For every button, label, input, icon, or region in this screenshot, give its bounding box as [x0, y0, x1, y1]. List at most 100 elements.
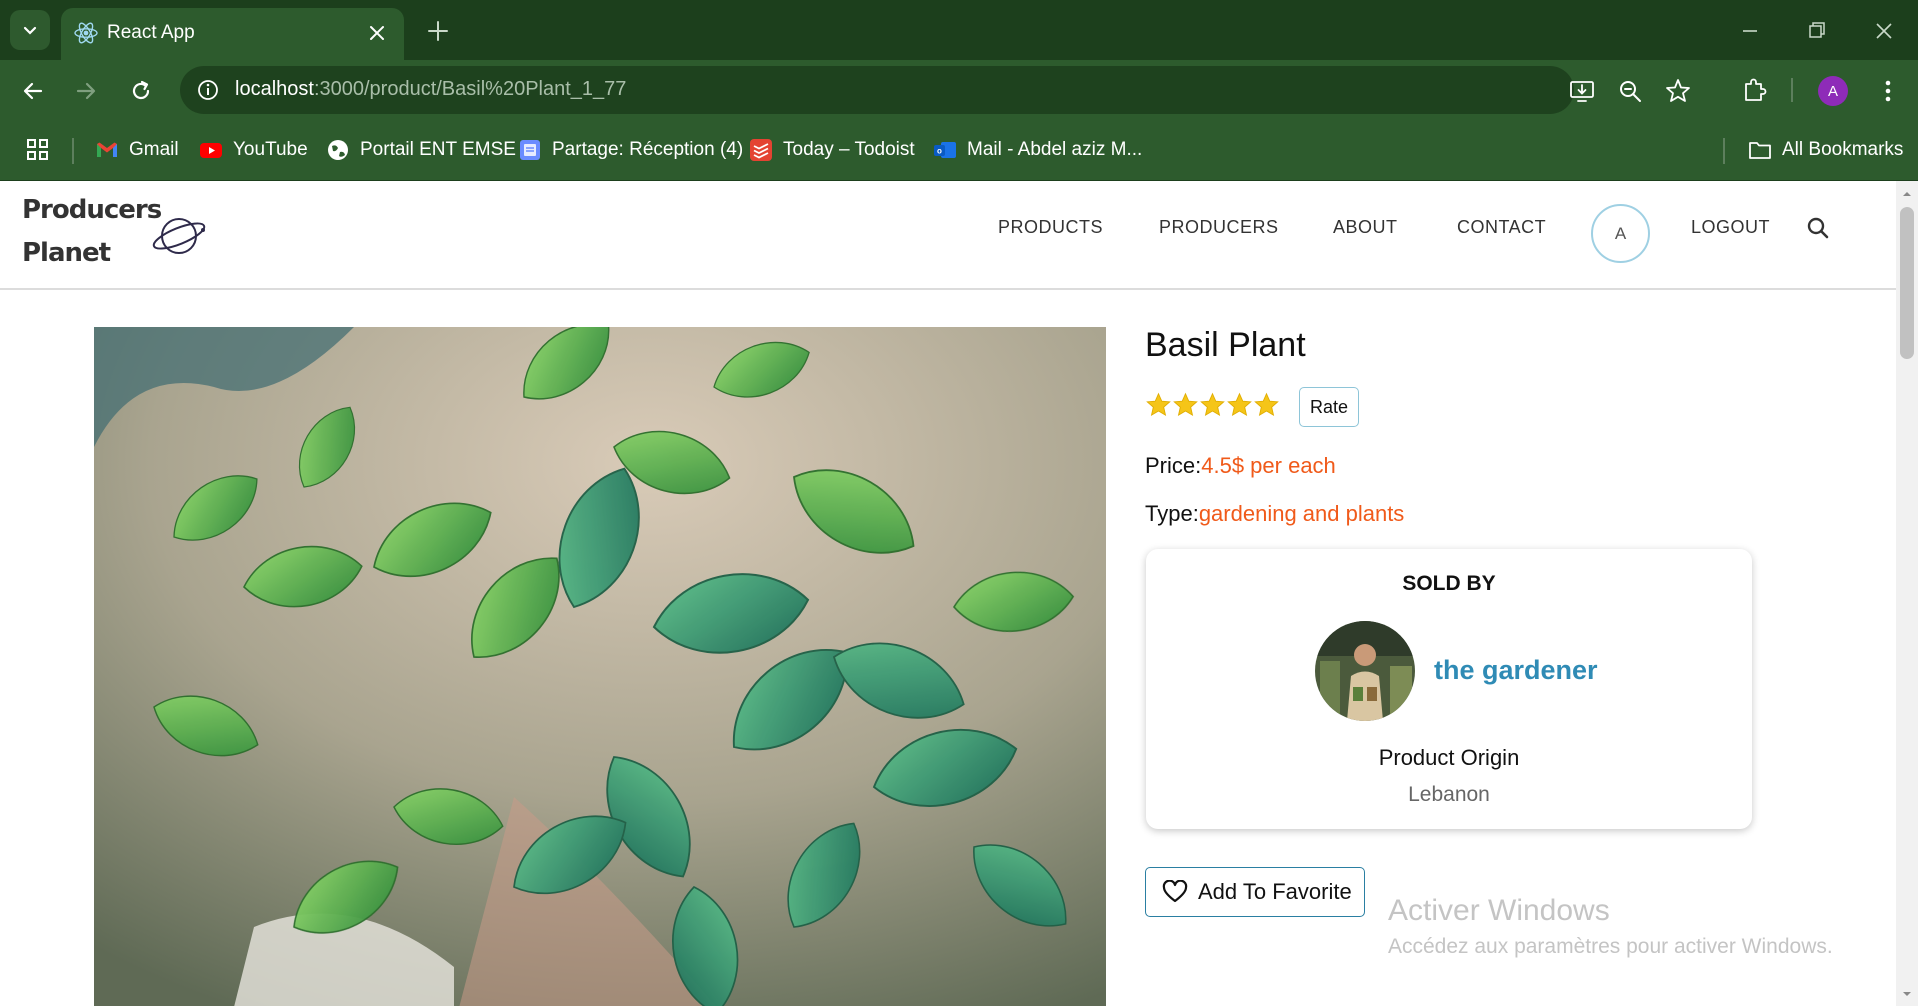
globe-icon [328, 140, 348, 160]
product-type: Type:gardening and plants [1145, 501, 1404, 527]
site-header: Producers Planet PRODUCTS PRODUCERS ABOU… [0, 181, 1896, 290]
heart-icon [1162, 880, 1188, 903]
type-label: Type: [1145, 501, 1199, 526]
nav-contact[interactable]: CONTACT [1457, 217, 1546, 238]
tab-strip: React App [0, 0, 1918, 60]
tab-search-button[interactable] [10, 10, 50, 50]
gmail-icon [97, 142, 117, 157]
close-tab-icon[interactable] [364, 20, 390, 46]
site-logo[interactable]: Producers Planet [22, 189, 162, 275]
sold-by-heading: SOLD BY [1402, 572, 1496, 595]
bookmark-youtube[interactable]: YouTube [199, 136, 308, 164]
browser-tab[interactable]: React App [61, 8, 404, 60]
more-menu-icon[interactable] [1876, 76, 1900, 106]
todoist-icon [750, 139, 772, 161]
all-bookmarks-button[interactable]: All Bookmarks [1748, 136, 1903, 164]
nav-producers[interactable]: PRODUCERS [1159, 217, 1279, 238]
bookmark-label: Mail - Abdel aziz M... [967, 139, 1143, 160]
chevron-down-icon [23, 26, 37, 35]
star-icon[interactable] [1145, 391, 1172, 419]
bookmark-star-icon[interactable] [1663, 76, 1693, 106]
rating-stars[interactable] [1145, 391, 1280, 421]
scroll-down-icon[interactable] [1902, 989, 1912, 999]
tab-title: React App [107, 22, 195, 43]
profile-avatar[interactable]: A [1818, 76, 1848, 106]
apps-grid-icon[interactable] [26, 138, 50, 162]
bookmarks-bar: Gmail YouTube Portail ENT EMSE Partage: … [0, 120, 1918, 181]
page-viewport: Producers Planet PRODUCTS PRODUCERS ABOU… [0, 181, 1896, 1006]
react-icon [74, 22, 98, 44]
bookmark-partage[interactable]: Partage: Réception (4) [518, 136, 743, 164]
new-tab-icon[interactable] [423, 16, 453, 46]
bookmark-label: YouTube [233, 139, 308, 160]
nav-products[interactable]: PRODUCTS [998, 217, 1103, 238]
star-icon[interactable] [1226, 391, 1253, 419]
logo-line-2: Planet [22, 238, 111, 268]
logo-line-1: Producers [22, 195, 162, 225]
bookmark-label: Portail ENT EMSE [360, 139, 516, 160]
url-text[interactable]: localhost:3000/product/Basil%20Plant_1_7… [235, 78, 626, 101]
type-value: gardening and plants [1198, 501, 1405, 526]
star-icon[interactable] [1199, 391, 1226, 419]
arrow-left-icon [23, 82, 43, 100]
close-window-icon[interactable] [1867, 14, 1901, 48]
url-path: :3000/product/Basil%20Plant_1_77 [313, 78, 627, 100]
svg-text:o: o [937, 147, 942, 156]
add-to-favorite-button[interactable]: Add To Favorite [1145, 867, 1365, 917]
url-host: localhost [235, 78, 314, 100]
bookmark-label: Partage: Réception (4) [552, 139, 744, 160]
seller-avatar[interactable] [1315, 621, 1415, 721]
seller-card: SOLD BY the gardener Product Origin Leba… [1146, 549, 1752, 829]
price-value: 4.5$ per each [1201, 453, 1336, 478]
basil-plant-photo [94, 327, 1106, 1006]
user-avatar[interactable]: A [1591, 204, 1650, 263]
arrow-right-icon [76, 82, 96, 100]
scroll-up-icon[interactable] [1902, 189, 1912, 199]
planet-icon [152, 218, 206, 254]
reload-button[interactable] [122, 72, 160, 110]
search-icon[interactable] [1805, 215, 1831, 241]
youtube-icon [200, 143, 222, 158]
forward-button[interactable] [67, 72, 105, 110]
nav-logout[interactable]: LOGOUT [1691, 217, 1770, 238]
favorite-label: Add To Favorite [1198, 879, 1352, 904]
price-label: Price: [1145, 453, 1202, 478]
bookmark-gmail[interactable]: Gmail [95, 136, 179, 164]
extensions-icon[interactable] [1740, 75, 1770, 105]
windows-watermark-title: Activer Windows [1388, 894, 1610, 927]
bookmark-mail[interactable]: o Mail - Abdel aziz M... [933, 136, 1142, 164]
star-icon[interactable] [1172, 391, 1199, 419]
all-bookmarks-label: All Bookmarks [1782, 139, 1904, 160]
bookmarks-separator [1723, 138, 1725, 164]
browser-toolbar: localhost:3000/product/Basil%20Plant_1_7… [0, 60, 1918, 120]
product-price: Price:4.5$ per each [1145, 453, 1336, 479]
origin-label: Product Origin [1378, 745, 1520, 770]
product-title: Basil Plant [1145, 326, 1306, 364]
address-bar[interactable]: localhost:3000/product/Basil%20Plant_1_7… [180, 66, 1690, 114]
restore-icon[interactable] [1800, 14, 1834, 48]
origin-value: Lebanon [1408, 783, 1490, 806]
bookmarks-separator [72, 138, 74, 164]
bookmark-label: Today – Todoist [783, 139, 915, 160]
zoom-icon[interactable] [1615, 76, 1645, 106]
outlook-icon: o [934, 142, 956, 158]
scrollbar-thumb[interactable] [1900, 207, 1914, 359]
bookmark-label: Gmail [129, 139, 179, 160]
site-info-icon[interactable] [194, 76, 222, 104]
back-button[interactable] [14, 72, 52, 110]
bookmark-portail-ent[interactable]: Portail ENT EMSE [326, 136, 516, 164]
product-image [94, 327, 1106, 1006]
windows-watermark-subtitle: Accédez aux paramètres pour activer Wind… [1388, 935, 1833, 958]
reload-icon [132, 80, 150, 100]
bookmark-todoist[interactable]: Today – Todoist [749, 136, 915, 164]
star-icon[interactable] [1253, 391, 1280, 419]
page-scrollbar[interactable] [1896, 181, 1918, 1006]
seller-name-link[interactable]: the gardener [1434, 655, 1598, 686]
rate-button[interactable]: Rate [1299, 387, 1359, 427]
install-app-icon[interactable] [1567, 76, 1597, 106]
minimize-icon[interactable] [1733, 14, 1767, 48]
toolbar-separator [1791, 78, 1793, 102]
folder-icon [1749, 142, 1771, 159]
nav-about[interactable]: ABOUT [1333, 217, 1398, 238]
seller-photo [1315, 621, 1415, 721]
